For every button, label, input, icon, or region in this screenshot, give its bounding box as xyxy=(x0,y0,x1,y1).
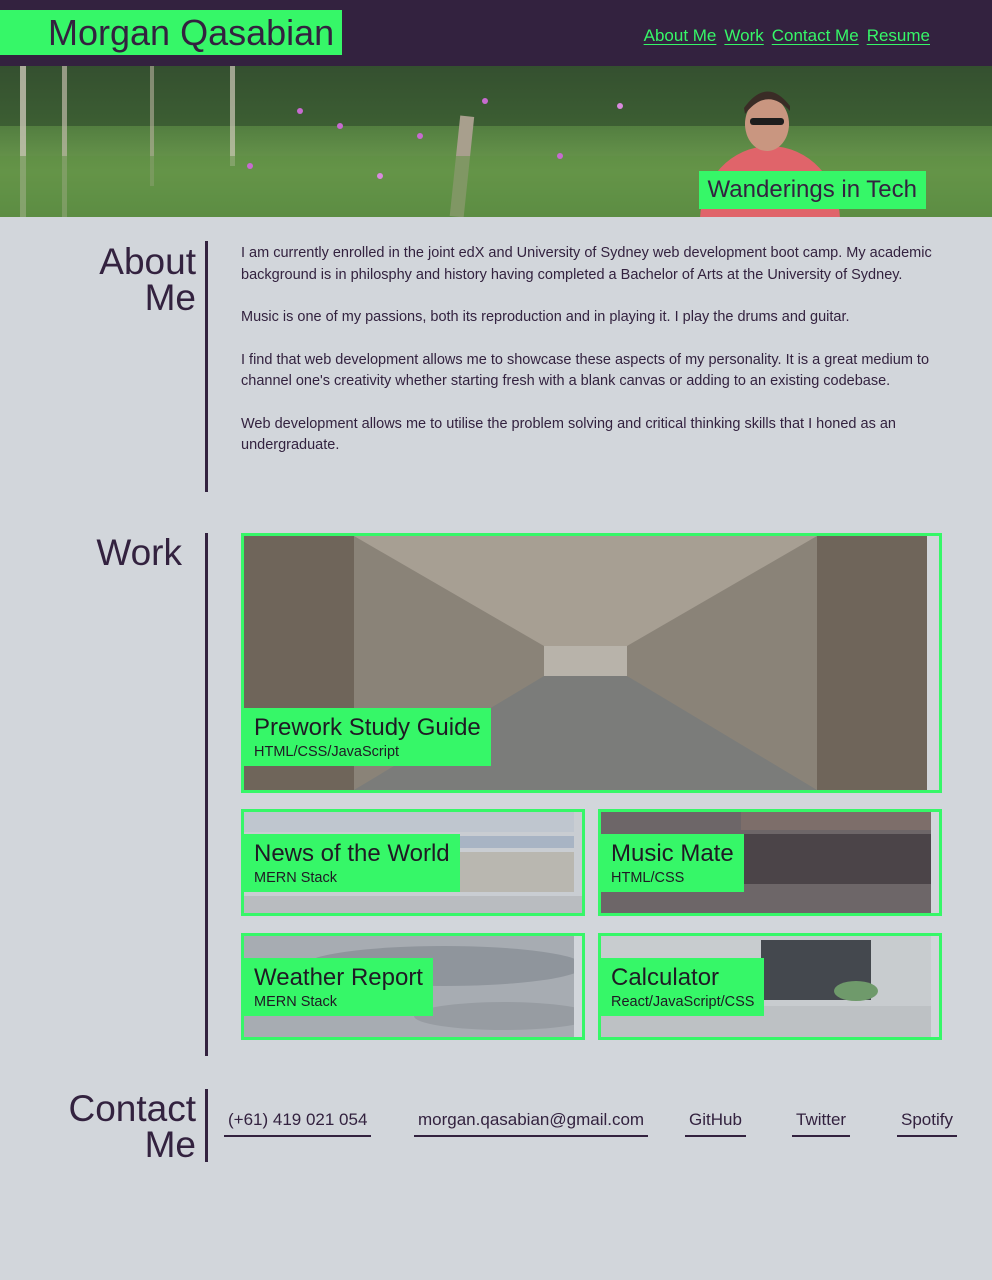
contact-heading-line-1: Contact xyxy=(68,1088,196,1129)
about-text: I am currently enrolled in the joint edX… xyxy=(241,243,936,478)
work-heading: Work xyxy=(96,532,182,573)
nav-link-contact-me[interactable]: Contact Me xyxy=(772,26,859,46)
project-title: Calculator xyxy=(611,964,720,991)
about-paragraph: I find that web development allows me to… xyxy=(241,351,930,390)
site-title: Morgan Qasabian xyxy=(0,10,342,55)
contact-spotify-link[interactable]: Spotify xyxy=(897,1110,957,1137)
project-card-prework-study-guide[interactable]: Prework Study Guide HTML/CSS/JavaScript xyxy=(241,533,942,793)
project-stack: HTML/CSS xyxy=(611,870,685,886)
contact-divider xyxy=(205,1089,208,1162)
nav-link-about-me[interactable]: About Me xyxy=(644,26,717,46)
project-label: Prework Study Guide HTML/CSS/JavaScript xyxy=(244,708,491,766)
project-label: Music Mate HTML/CSS xyxy=(601,834,744,892)
contact-heading: Contact Me xyxy=(40,1088,196,1165)
project-title: News of the World xyxy=(254,840,450,867)
contact-twitter-link[interactable]: Twitter xyxy=(792,1110,851,1137)
project-label: Calculator React/JavaScript/CSS xyxy=(601,958,765,1016)
project-label: News of the World MERN Stack xyxy=(244,834,460,892)
hero-tagline: Wanderings in Tech xyxy=(698,171,926,209)
project-card-news-of-the-world[interactable]: News of the World MERN Stack xyxy=(241,809,585,916)
project-title: Music Mate xyxy=(611,840,734,867)
project-card-calculator[interactable]: Calculator React/JavaScript/CSS xyxy=(598,933,942,1040)
project-stack: MERN Stack xyxy=(254,994,337,1010)
project-label: Weather Report MERN Stack xyxy=(244,958,433,1016)
about-paragraph: Web development allows me to utilise the… xyxy=(241,415,896,454)
nav-link-resume[interactable]: Resume xyxy=(867,26,930,46)
about-paragraph: Music is one of my passions, both its re… xyxy=(241,309,850,325)
hero-banner: Wanderings in Tech xyxy=(0,66,992,217)
main-nav: About Me Work Contact Me Resume xyxy=(644,26,930,46)
project-stack: React/JavaScript/CSS xyxy=(611,994,755,1010)
work-divider xyxy=(205,533,208,1056)
project-stack: MERN Stack xyxy=(254,870,337,886)
about-heading: About Me xyxy=(60,241,196,318)
nav-link-work[interactable]: Work xyxy=(724,26,763,46)
contact-heading-line-2: Me xyxy=(144,1124,196,1165)
contact-phone-link[interactable]: (+61) 419 021 054 xyxy=(224,1110,372,1137)
project-card-weather-report[interactable]: Weather Report MERN Stack xyxy=(241,933,585,1040)
about-heading-line-2: Me xyxy=(144,277,196,318)
project-stack: HTML/CSS/JavaScript xyxy=(254,744,400,760)
project-card-music-mate[interactable]: Music Mate HTML/CSS xyxy=(598,809,942,916)
site-header: Morgan Qasabian About Me Work Contact Me… xyxy=(0,0,992,66)
contact-github-link[interactable]: GitHub xyxy=(685,1110,746,1137)
about-heading-line-1: About xyxy=(99,241,196,282)
project-title: Prework Study Guide xyxy=(254,714,481,741)
about-divider xyxy=(205,241,208,492)
contact-email-link[interactable]: morgan.qasabian@gmail.com xyxy=(414,1110,649,1137)
project-title: Weather Report xyxy=(254,964,423,991)
about-paragraph: I am currently enrolled in the joint edX… xyxy=(241,245,932,283)
